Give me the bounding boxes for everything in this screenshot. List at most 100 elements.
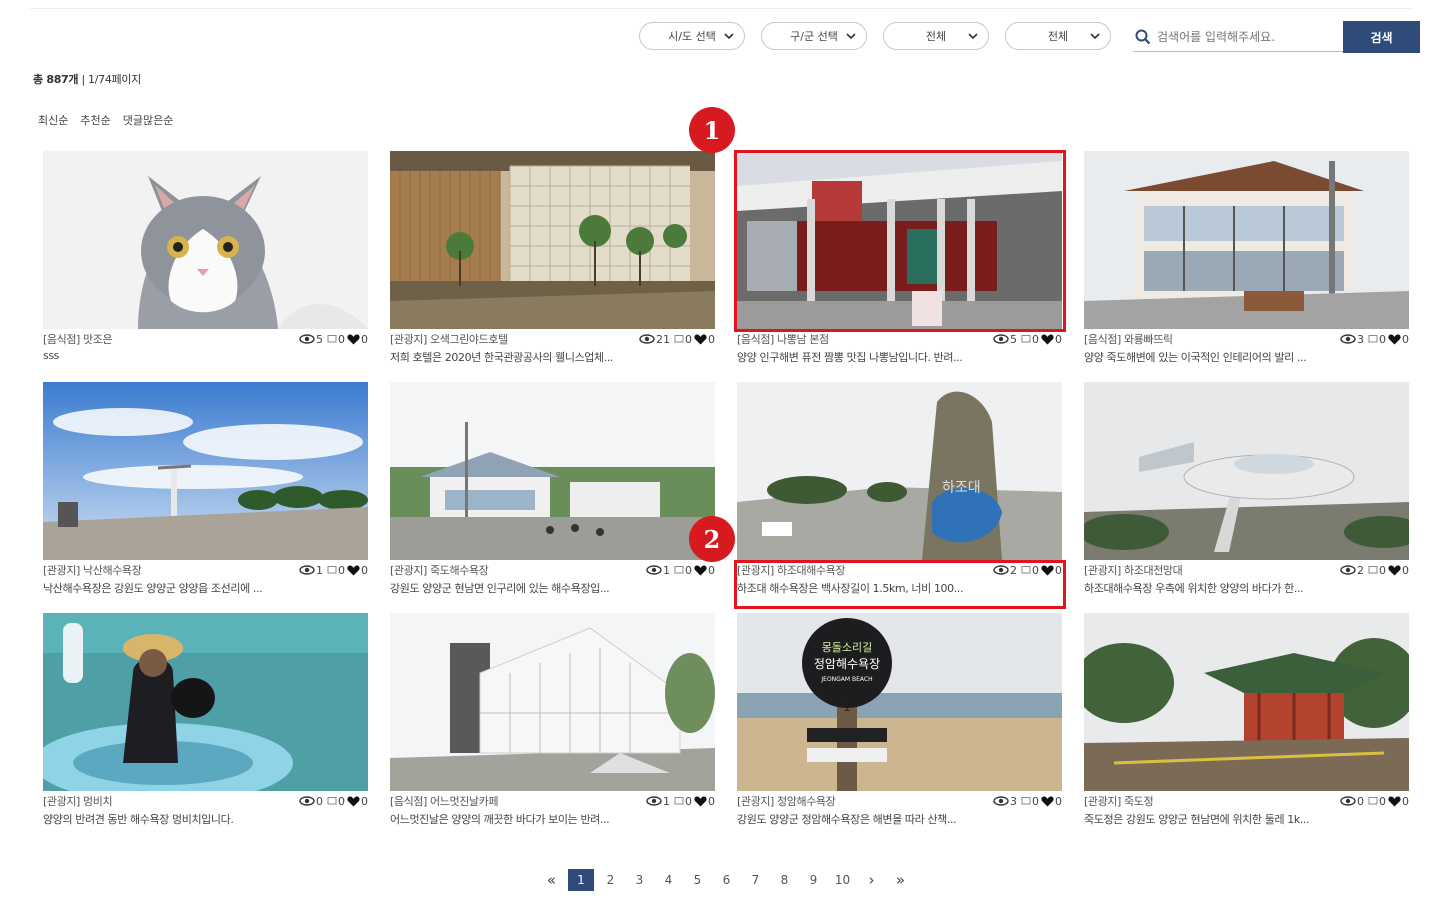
place-thumbnail[interactable] — [43, 151, 368, 329]
place-card[interactable]: 몽돌소리길 정암해수욕장 JEONGAM BEACH 1 [관광지] 정암해수욕… — [737, 613, 1062, 839]
place-card[interactable]: [관광지] 낙산해수욕장 1 0 0 낙산해수욕장은 강원도 양양군 양양읍 조… — [43, 382, 368, 608]
view-count: 1 — [663, 794, 670, 808]
page-1-button[interactable]: 1 — [568, 869, 594, 891]
place-category-title[interactable]: [음식점] 맛조은 — [43, 331, 113, 347]
page-5-button[interactable]: 5 — [683, 869, 712, 891]
page-4-button[interactable]: 4 — [654, 869, 683, 891]
page-3-button[interactable]: 3 — [625, 869, 654, 891]
view-count-icon — [299, 796, 315, 806]
place-category-title[interactable]: [음식점] 어느멋진날카페 — [390, 793, 498, 809]
place-description: 저희 호텔은 2020년 한국관광공사의 웰니스업체... — [390, 351, 614, 364]
place-category-title[interactable]: [관광지] 멍비치 — [43, 793, 113, 809]
place-category-title[interactable]: [관광지] 하조대전망대 — [1084, 562, 1183, 578]
next-page-button[interactable]: › — [857, 869, 886, 891]
type-select-1-label: 전체 — [925, 30, 947, 43]
type-select-2[interactable]: 전체 — [1005, 22, 1111, 50]
chevron-down-icon — [1090, 33, 1100, 40]
page-6-button[interactable]: 6 — [712, 869, 741, 891]
comment-count-icon — [327, 566, 337, 574]
like-count: 0 — [708, 332, 715, 346]
place-thumbnail[interactable] — [1084, 151, 1409, 329]
comment-count: 0 — [1032, 332, 1039, 346]
sort-most-comments[interactable]: 댓글많은순 — [123, 112, 174, 128]
chevron-down-icon — [846, 33, 856, 40]
view-count: 5 — [316, 332, 323, 346]
total-count: 총 887개 — [33, 73, 79, 86]
search-button[interactable]: 검색 — [1343, 21, 1420, 53]
place-thumbnail[interactable]: 몽돌소리길 정암해수욕장 JEONGAM BEACH 1 — [737, 613, 1062, 791]
place-card[interactable]: [관광지] 죽도해수욕장 1 0 0 강원도 양양군 현남면 인구리에 있는 해… — [390, 382, 715, 608]
like-count-icon — [1388, 564, 1401, 575]
like-count: 0 — [1055, 332, 1062, 346]
place-category-title[interactable]: [관광지] 낙산해수욕장 — [43, 562, 142, 578]
like-count: 0 — [361, 794, 368, 808]
comment-count-icon — [1368, 566, 1378, 574]
place-stats: 0 0 0 — [1340, 795, 1409, 808]
place-card[interactable]: [관광지] 하조대전망대 2 0 0 하조대해수욕장 우측에 위치한 양양의 바… — [1084, 382, 1409, 608]
place-category-title[interactable]: [음식점] 나뽕남 본점 — [737, 331, 829, 347]
type-select-1[interactable]: 전체 — [883, 22, 989, 50]
place-description: 낙산해수욕장은 강원도 양양군 양양읍 조선리에 ... — [43, 582, 263, 595]
gugun-select-label: 구/군 선택 — [790, 30, 838, 43]
place-thumbnail[interactable] — [1084, 613, 1409, 791]
place-description: 어느멋진날은 양양의 깨끗한 바다가 보이는 반려... — [390, 813, 610, 826]
place-category-title[interactable]: [관광지] 죽도정 — [1084, 793, 1154, 809]
annotation-badge-1: 1 — [689, 107, 735, 153]
place-category-title[interactable]: [음식점] 와룡빠뜨릭 — [1084, 331, 1173, 347]
like-count-icon — [694, 564, 707, 575]
sort-latest[interactable]: 최신순 — [38, 112, 68, 128]
search-input[interactable] — [1157, 29, 1337, 44]
sign-line-3: JEONGAM BEACH — [820, 676, 872, 683]
highlight-box-1 — [734, 150, 1066, 332]
comment-count-icon — [1368, 797, 1378, 805]
place-stats: 5 0 0 — [993, 333, 1062, 346]
place-thumbnail[interactable] — [390, 613, 715, 791]
like-count-icon — [347, 333, 360, 344]
view-count: 21 — [656, 332, 670, 346]
sign-number: 1 — [843, 700, 851, 714]
place-card[interactable]: [음식점] 맛조은 5 0 0 sss — [43, 151, 368, 377]
chevron-down-icon — [968, 33, 978, 40]
place-card[interactable]: [음식점] 어느멋진날카페 1 0 0 어느멋진날은 양양의 깨끗한 바다가 보… — [390, 613, 715, 839]
like-count: 0 — [708, 563, 715, 577]
like-count: 0 — [1402, 563, 1409, 577]
place-thumbnail[interactable] — [390, 382, 715, 560]
pagination: «1 2 3 4 5 6 7 8 9 10 ›» — [537, 869, 915, 891]
page-2-button[interactable]: 2 — [596, 869, 625, 891]
place-category-title[interactable]: [관광지] 정암해수욕장 — [737, 793, 836, 809]
place-thumbnail[interactable] — [1084, 382, 1409, 560]
comment-count: 0 — [685, 332, 692, 346]
page-9-button[interactable]: 9 — [799, 869, 828, 891]
first-page-button[interactable]: « — [537, 869, 566, 891]
place-card[interactable]: [관광지] 죽도정 0 0 0 죽도정은 강원도 양양군 현남면에 위치한 둘레… — [1084, 613, 1409, 839]
view-count-icon — [299, 334, 315, 344]
place-description: 죽도정은 강원도 양양군 현남면에 위치한 둘레 1k... — [1084, 813, 1310, 826]
comment-count: 0 — [338, 563, 345, 577]
like-count: 0 — [1402, 332, 1409, 346]
place-thumbnail[interactable] — [43, 613, 368, 791]
place-category-title[interactable]: [관광지] 오색그린야드호텔 — [390, 331, 508, 347]
place-card[interactable]: [관광지] 오색그린야드호텔 21 0 0 저희 호텔은 2020년 한국관광공… — [390, 151, 715, 377]
page-10-button[interactable]: 10 — [828, 869, 857, 891]
comment-count-icon — [1021, 335, 1031, 343]
view-count: 2 — [1357, 563, 1364, 577]
page-7-button[interactable]: 7 — [741, 869, 770, 891]
sido-select[interactable]: 시/도 선택 — [639, 22, 745, 50]
place-category-title[interactable]: [관광지] 죽도해수욕장 — [390, 562, 489, 578]
place-stats: 5 0 0 — [299, 333, 368, 346]
page-indicator: | 1/74페이지 — [81, 73, 142, 86]
place-card[interactable]: [음식점] 와룡빠뜨릭 3 0 0 양양 죽도해변에 있는 이국적인 인테리어의… — [1084, 151, 1409, 377]
last-page-button[interactable]: » — [886, 869, 915, 891]
place-card[interactable]: [관광지] 멍비치 0 0 0 양양의 반려견 동반 해수욕장 멍비치입니다. — [43, 613, 368, 839]
comment-count-icon — [1368, 335, 1378, 343]
place-stats: 2 0 0 — [1340, 564, 1409, 577]
place-thumbnail[interactable]: 하조대 — [737, 382, 1062, 560]
page-8-button[interactable]: 8 — [770, 869, 799, 891]
place-thumbnail[interactable] — [390, 151, 715, 329]
comment-count-icon — [674, 335, 684, 343]
gugun-select[interactable]: 구/군 선택 — [761, 22, 867, 50]
sort-recommended[interactable]: 추천순 — [80, 112, 110, 128]
result-count: 총 887개 | 1/74페이지 — [33, 71, 141, 87]
place-description: 양양 인구해변 퓨전 짬뽕 맛집 나뽕남입니다. 반려... — [737, 351, 963, 364]
place-thumbnail[interactable] — [43, 382, 368, 560]
